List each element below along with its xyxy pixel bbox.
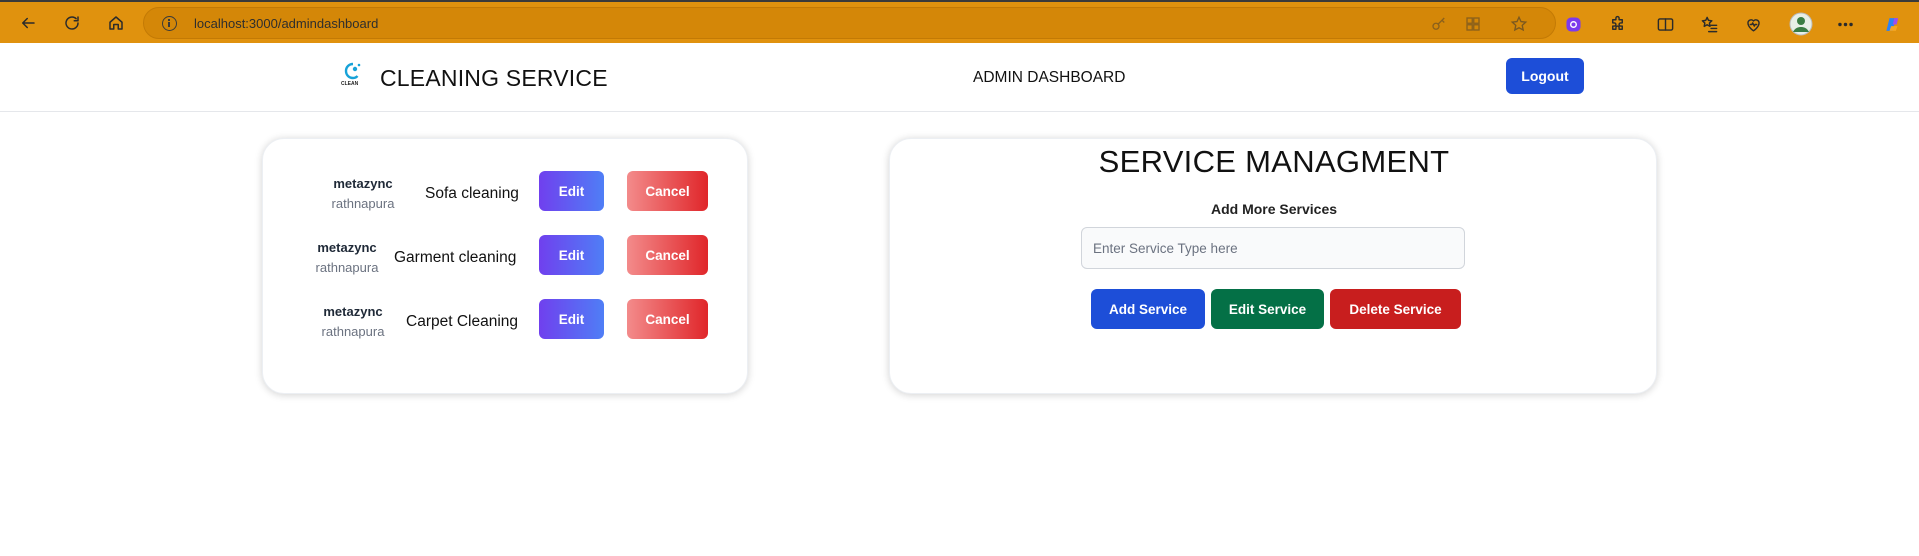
more-menu-icon[interactable] bbox=[1834, 13, 1856, 35]
customer-name: metazync bbox=[333, 176, 393, 191]
edit-button[interactable]: Edit bbox=[539, 171, 604, 211]
url-text[interactable]: localhost:3000/admindashboard bbox=[194, 16, 378, 31]
logo-text: CLEAN bbox=[341, 81, 359, 87]
address-bar[interactable]: localhost:3000/admindashboard bbox=[143, 7, 1556, 39]
key-icon[interactable] bbox=[1430, 15, 1448, 33]
booking-row: metazync rathnapura Sofa cleaning Edit C… bbox=[263, 171, 749, 213]
home-icon[interactable] bbox=[102, 10, 130, 36]
bookings-card: metazync rathnapura Sofa cleaning Edit C… bbox=[262, 138, 748, 394]
service-name: Sofa cleaning bbox=[425, 185, 519, 202]
performance-heart-icon[interactable] bbox=[1742, 13, 1764, 35]
customer-name: metazync bbox=[323, 304, 383, 319]
app-header: CLEAN CLEANING SERVICE ADMIN DASHBOARD L… bbox=[0, 43, 1919, 112]
split-screen-icon[interactable] bbox=[1654, 13, 1676, 35]
edit-button[interactable]: Edit bbox=[539, 299, 604, 339]
copilot-icon[interactable] bbox=[1882, 13, 1904, 35]
refresh-icon[interactable] bbox=[58, 10, 86, 36]
page-title: ADMIN DASHBOARD bbox=[973, 69, 1126, 86]
edit-service-button[interactable]: Edit Service bbox=[1211, 289, 1324, 329]
profile-avatar-icon[interactable] bbox=[1788, 11, 1814, 37]
service-type-input[interactable] bbox=[1081, 227, 1465, 269]
service-management-title: SERVICE MANAGMENT bbox=[1098, 144, 1450, 179]
back-icon[interactable] bbox=[14, 10, 42, 36]
customer-location: rathnapura bbox=[331, 196, 395, 211]
service-name: Carpet Cleaning bbox=[406, 313, 519, 330]
favorite-star-icon[interactable] bbox=[1510, 15, 1528, 33]
cancel-button[interactable]: Cancel bbox=[627, 235, 708, 275]
customer-location: rathnapura bbox=[321, 324, 385, 339]
add-services-label: Add More Services bbox=[1210, 201, 1338, 217]
edit-button[interactable]: Edit bbox=[539, 235, 604, 275]
cancel-button[interactable]: Cancel bbox=[627, 171, 708, 211]
logout-button[interactable]: Logout bbox=[1506, 58, 1584, 94]
service-name: Garment cleaning bbox=[394, 249, 517, 266]
browser-toolbar: localhost:3000/admindashboard bbox=[0, 0, 1919, 43]
service-management-card: SERVICE MANAGMENT Add More Services Add … bbox=[889, 138, 1657, 394]
favorites-list-icon[interactable] bbox=[1698, 13, 1720, 35]
site-info-icon[interactable] bbox=[162, 16, 177, 31]
extensions-puzzle-icon[interactable] bbox=[1606, 13, 1628, 35]
booking-row: metazync rathnapura Carpet Cleaning Edit… bbox=[263, 299, 749, 341]
customer-name: metazync bbox=[317, 240, 377, 255]
apps-icon[interactable] bbox=[1464, 15, 1482, 33]
delete-service-button[interactable]: Delete Service bbox=[1330, 289, 1461, 329]
cancel-button[interactable]: Cancel bbox=[627, 299, 708, 339]
add-service-button[interactable]: Add Service bbox=[1091, 289, 1205, 329]
customer-location: rathnapura bbox=[315, 260, 379, 275]
extension-badge-icon[interactable] bbox=[1562, 13, 1584, 35]
brand-logo: CLEAN bbox=[339, 61, 365, 91]
brand-title: CLEANING SERVICE bbox=[380, 65, 608, 91]
booking-row: metazync rathnapura Garment cleaning Edi… bbox=[263, 235, 749, 277]
